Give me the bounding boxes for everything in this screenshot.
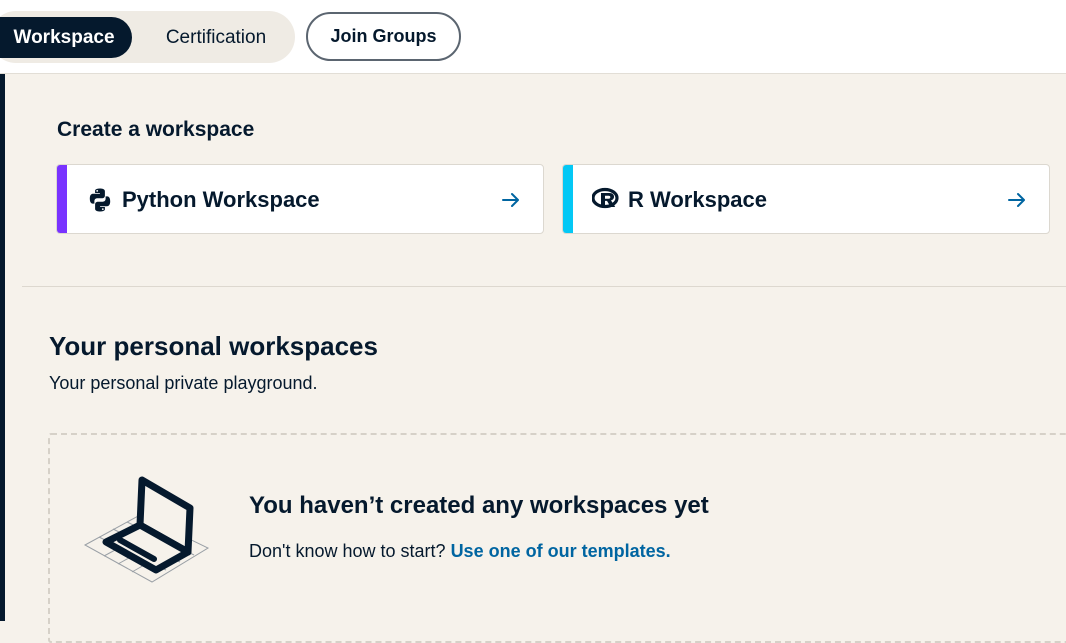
left-sidebar-edge	[0, 74, 5, 621]
tab-certification[interactable]: Certification	[146, 17, 286, 58]
templates-link[interactable]: Use one of our templates.	[451, 541, 671, 561]
card-accent-bar	[563, 165, 573, 233]
python-workspace-card[interactable]: Python Workspace	[56, 164, 544, 234]
arrow-right-icon	[502, 193, 519, 207]
python-icon	[89, 188, 111, 212]
section-divider	[22, 286, 1066, 287]
create-workspace-heading: Create a workspace	[57, 118, 255, 141]
empty-state-prompt: Don't know how to start?	[249, 541, 446, 561]
arrow-right-icon	[1008, 193, 1025, 207]
tab-workspace[interactable]: Workspace	[0, 17, 132, 58]
join-groups-button[interactable]: Join Groups	[306, 12, 461, 61]
personal-workspaces-subtitle: Your personal private playground.	[49, 373, 318, 393]
r-workspace-card[interactable]: R Workspace	[562, 164, 1050, 234]
card-label: Python Workspace	[122, 187, 320, 212]
personal-workspaces-heading: Your personal workspaces	[49, 331, 378, 361]
top-nav-bar: Workspace Certification Join Groups	[0, 0, 1066, 74]
card-accent-bar	[57, 165, 67, 233]
empty-state-text: Don't know how to start? Use one of our …	[249, 541, 671, 562]
empty-state-title: You haven’t created any workspaces yet	[249, 492, 709, 519]
r-logo-icon	[592, 187, 619, 209]
laptop-illustration-icon	[83, 476, 210, 583]
card-label: R Workspace	[628, 187, 767, 212]
